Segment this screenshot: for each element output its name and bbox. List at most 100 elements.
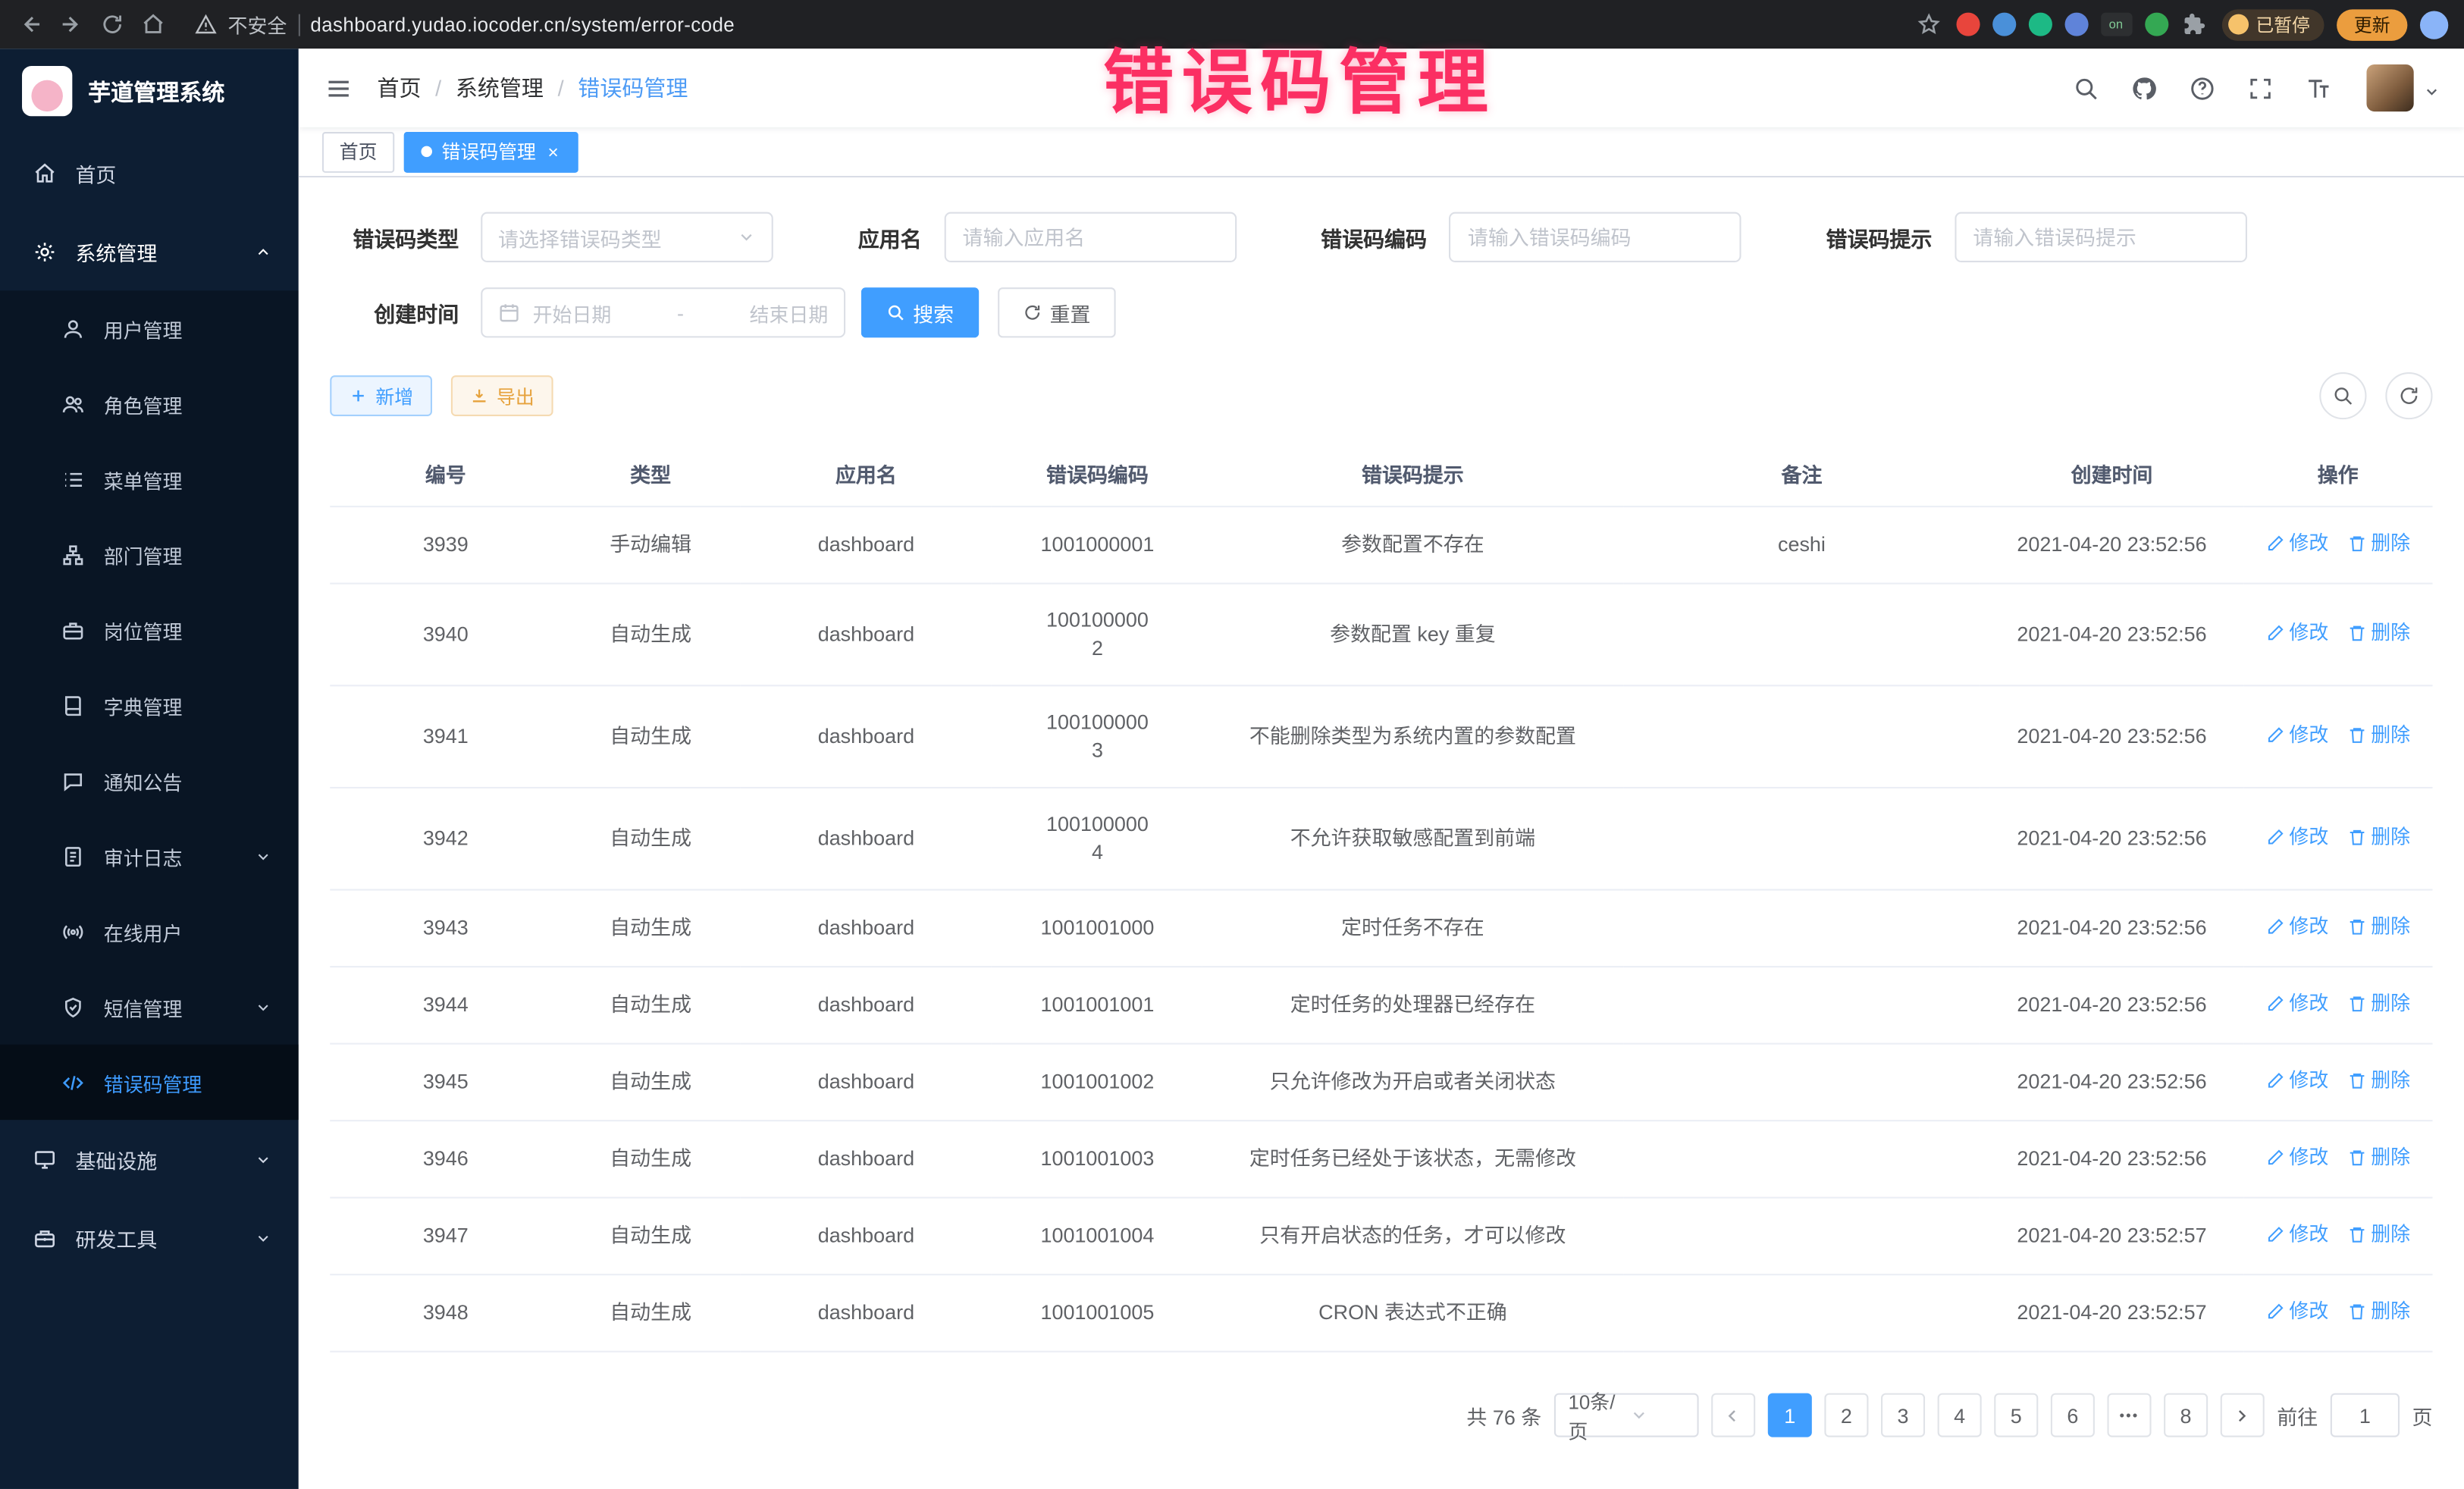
extension-icon[interactable] (2028, 13, 2052, 36)
edit-link[interactable]: 修改 (2265, 1143, 2328, 1171)
delete-link[interactable]: 删除 (2347, 823, 2410, 851)
delete-link[interactable]: 删除 (2347, 721, 2410, 749)
home-icon[interactable] (138, 10, 166, 38)
address-bar[interactable]: 不安全 dashboard.yudao.iocoder.cn/system/er… (195, 9, 735, 39)
chevron-down-icon (255, 1149, 274, 1168)
sidebar-item-label: 系统管理 (75, 237, 157, 266)
error-hint-input[interactable] (1954, 212, 2246, 262)
help-icon[interactable] (2186, 72, 2217, 103)
page-button[interactable]: 3 (1881, 1393, 1925, 1437)
page-button[interactable]: 2 (1824, 1393, 1868, 1437)
reset-button[interactable]: 重置 (998, 287, 1115, 337)
page-more-button[interactable]: ••• (2107, 1393, 2151, 1437)
github-icon[interactable] (2127, 72, 2158, 103)
edit-link[interactable]: 修改 (2265, 619, 2328, 647)
delete-link[interactable]: 删除 (2347, 1297, 2410, 1325)
delete-link[interactable]: 删除 (2347, 913, 2410, 941)
edit-icon (2265, 828, 2284, 847)
cell-actions: 修改删除 (2243, 506, 2433, 584)
sidebar-item-system-management[interactable]: 系统管理 (0, 212, 299, 291)
sidebar-item-error-code-management[interactable]: 错误码管理 (0, 1045, 299, 1120)
cell-actions: 修改删除 (2243, 967, 2433, 1044)
sidebar-item-dev-tools[interactable]: 研发工具 (0, 1199, 299, 1277)
toggle-search-button[interactable] (2319, 372, 2366, 419)
sidebar-item-dict-management[interactable]: 字典管理 (0, 667, 299, 742)
extension-icon[interactable] (1955, 13, 1979, 36)
user-menu[interactable] (2366, 64, 2440, 111)
edit-link[interactable]: 修改 (2265, 913, 2328, 941)
browser-update-button[interactable]: 更新 (2337, 8, 2407, 39)
page-button[interactable]: 8 (2164, 1393, 2208, 1437)
page-button[interactable]: 6 (2051, 1393, 2095, 1437)
delete-link[interactable]: 删除 (2347, 1143, 2410, 1171)
edit-link[interactable]: 修改 (2265, 989, 2328, 1017)
goto-page-input[interactable] (2331, 1393, 2400, 1437)
sidebar-logo[interactable]: 芋道管理系统 (0, 49, 299, 133)
sidebar-item-sms-management[interactable]: 短信管理 (0, 969, 299, 1044)
sidebar-item-home[interactable]: 首页 (0, 133, 299, 212)
fullscreen-icon[interactable] (2244, 72, 2275, 103)
refresh-table-button[interactable] (2385, 372, 2432, 419)
sidebar-item-label: 短信管理 (104, 992, 183, 1021)
delete-link[interactable]: 删除 (2347, 619, 2410, 647)
extension-icon[interactable] (1992, 13, 2015, 36)
delete-link[interactable]: 删除 (2347, 1221, 2410, 1249)
chevron-down-icon (2423, 80, 2440, 97)
goto-prefix: 前往 (2277, 1400, 2318, 1430)
tab-error-code-management[interactable]: 错误码管理 (404, 131, 578, 172)
export-button[interactable]: 导出 (451, 375, 553, 416)
edit-link[interactable]: 修改 (2265, 529, 2328, 557)
font-size-icon[interactable] (2303, 72, 2334, 103)
error-code-input[interactable] (1449, 212, 1741, 262)
cell-type: 自动生成 (561, 967, 740, 1044)
cell-actions: 修改删除 (2243, 1198, 2433, 1275)
paused-badge[interactable]: 已暂停 (2221, 8, 2324, 39)
app-name-input[interactable] (944, 212, 1237, 262)
sidebar-item-audit-log[interactable]: 审计日志 (0, 818, 299, 893)
breadcrumb-system[interactable]: 系统管理 (456, 72, 544, 103)
extension-icon[interactable] (2064, 13, 2087, 36)
extension-badge-icon[interactable]: on (2100, 13, 2131, 36)
browser-profile-avatar[interactable] (2420, 10, 2448, 38)
error-type-select[interactable]: 请选择错误码类型 (481, 212, 773, 262)
extensions-puzzle-icon[interactable] (2180, 10, 2209, 38)
edit-link[interactable]: 修改 (2265, 721, 2328, 749)
cell-id: 3944 (330, 967, 561, 1044)
page-button[interactable]: 1 (1768, 1393, 1812, 1437)
search-button[interactable]: 搜索 (861, 287, 979, 337)
next-page-button[interactable] (2221, 1393, 2265, 1437)
page-size-select[interactable]: 10条/页 (1554, 1393, 1699, 1437)
cell-id: 3947 (330, 1198, 561, 1275)
delete-link[interactable]: 删除 (2347, 989, 2410, 1017)
search-icon[interactable] (2070, 72, 2101, 103)
sidebar-item-post-management[interactable]: 岗位管理 (0, 592, 299, 667)
trash-icon (2347, 1302, 2366, 1321)
page-button[interactable]: 5 (1994, 1393, 2038, 1437)
breadcrumb-home[interactable]: 首页 (377, 72, 421, 103)
sidebar-item-menu-management[interactable]: 菜单管理 (0, 441, 299, 516)
create-time-range-picker[interactable]: 开始日期 - 结束日期 (481, 287, 845, 337)
delete-link[interactable]: 删除 (2347, 529, 2410, 557)
sidebar-item-user-management[interactable]: 用户管理 (0, 290, 299, 365)
sidebar-item-notice-management[interactable]: 通知公告 (0, 743, 299, 818)
sidebar-item-dept-management[interactable]: 部门管理 (0, 517, 299, 592)
extension-icon[interactable] (2144, 13, 2168, 36)
edit-link[interactable]: 修改 (2265, 823, 2328, 851)
edit-link[interactable]: 修改 (2265, 1067, 2328, 1095)
forward-icon[interactable] (57, 10, 85, 38)
delete-link[interactable]: 删除 (2347, 1067, 2410, 1095)
back-icon[interactable] (16, 10, 44, 38)
add-button[interactable]: 新增 (330, 375, 432, 416)
sidebar-toggle-icon[interactable] (322, 72, 353, 103)
page-button[interactable]: 4 (1938, 1393, 1982, 1437)
prev-page-button[interactable] (1711, 1393, 1755, 1437)
edit-link[interactable]: 修改 (2265, 1297, 2328, 1325)
reload-icon[interactable] (98, 10, 126, 38)
edit-link[interactable]: 修改 (2265, 1221, 2328, 1249)
close-icon[interactable] (545, 144, 561, 160)
bookmark-star-icon[interactable] (1915, 10, 1943, 38)
sidebar-item-role-management[interactable]: 角色管理 (0, 366, 299, 441)
sidebar-item-online-users[interactable]: 在线用户 (0, 894, 299, 969)
tab-home[interactable]: 首页 (322, 131, 394, 172)
sidebar-item-infrastructure[interactable]: 基础设施 (0, 1120, 299, 1199)
